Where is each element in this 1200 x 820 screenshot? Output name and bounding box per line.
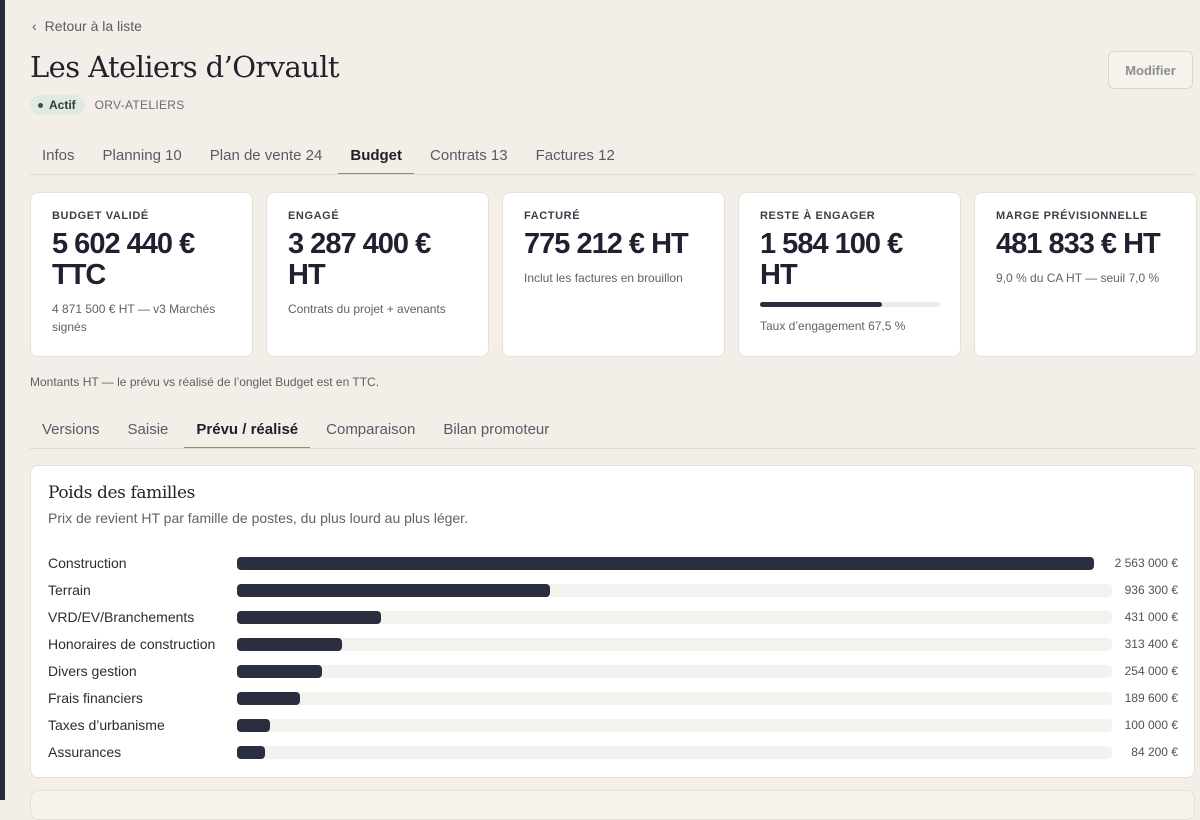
- tab-planning[interactable]: Planning 10: [91, 138, 194, 174]
- kpi-value: 775 212 € HT: [524, 228, 689, 260]
- family-amount: 313 400 €: [1124, 637, 1178, 651]
- engagement-progress-fill: [760, 302, 882, 307]
- family-name: VRD/EV/Branchements: [48, 609, 195, 625]
- kpi-sub: 4 871 500 € HT — v3 Marchés signés: [52, 302, 216, 334]
- status-label: Actif: [49, 98, 76, 112]
- family-amount: 936 300 €: [1124, 583, 1178, 597]
- kpi-label: MARGE PRÉVISIONNELLE: [996, 210, 1148, 222]
- page-title: Les Ateliers d’Orvault: [30, 50, 340, 84]
- next-panel: [30, 790, 1195, 820]
- family-row: Frais financiers 189 600 €: [48, 688, 1188, 715]
- subtab-comparaison[interactable]: Comparaison: [314, 412, 427, 448]
- family-bar: [237, 719, 270, 732]
- family-bar: [237, 746, 265, 759]
- status-badge: Actif: [30, 95, 85, 115]
- engagement-progress-bar: [760, 302, 940, 307]
- kpi-label: ENGAGÉ: [288, 210, 340, 222]
- family-amount: 84 200 €: [1131, 745, 1178, 759]
- back-to-list-link[interactable]: ‹ Retour à la liste: [32, 18, 142, 34]
- family-bar: [237, 611, 381, 624]
- family-bar: [237, 638, 342, 651]
- tab-infos[interactable]: Infos: [30, 138, 87, 174]
- edit-button[interactable]: Modifier: [1108, 51, 1193, 89]
- project-code: ORV-ATELIERS: [94, 98, 185, 112]
- kpi-card-facture: FACTURÉ 775 212 € HT Inclut les factures…: [502, 192, 725, 357]
- family-name: Honoraires de construction: [48, 636, 216, 652]
- panel-subtitle: Prix de revient HT par famille de postes…: [48, 510, 468, 526]
- tab-contrats[interactable]: Contrats 13: [418, 138, 520, 174]
- family-name: Assurances: [48, 744, 122, 760]
- family-bar: [237, 665, 322, 678]
- kpi-sub: Contrats du projet + avenants: [288, 302, 446, 316]
- family-row: Taxes d’urbanisme 100 000 €: [48, 715, 1188, 742]
- family-bar-track: [237, 746, 1112, 759]
- panel-title: Poids des familles: [48, 483, 195, 503]
- amounts-note: Montants HT — le prévu vs réalisé de l’o…: [30, 375, 380, 389]
- kpi-sub: Inclut les factures en brouillon: [524, 271, 683, 285]
- family-row: Divers gestion 254 000 €: [48, 661, 1188, 688]
- project-tabs: Infos Planning 10 Plan de vente 24 Budge…: [30, 138, 1195, 175]
- family-name: Taxes d’urbanisme: [48, 717, 165, 733]
- family-amount: 431 000 €: [1124, 610, 1178, 624]
- family-amount: 189 600 €: [1124, 691, 1178, 705]
- back-label: Retour à la liste: [44, 18, 142, 34]
- kpi-value: 3 287 400 € HT: [288, 228, 431, 291]
- family-row: VRD/EV/Branchements 431 000 €: [48, 607, 1188, 634]
- subtab-bilan-promoteur[interactable]: Bilan promoteur: [431, 412, 561, 448]
- family-amount: 2 563 000 €: [1114, 556, 1178, 570]
- kpi-label: BUDGET VALIDÉ: [52, 210, 149, 222]
- family-amount: 254 000 €: [1124, 664, 1178, 678]
- family-bar-track: [237, 719, 1112, 732]
- family-bar: [237, 692, 300, 705]
- subtab-saisie[interactable]: Saisie: [116, 412, 181, 448]
- status-dot-icon: [38, 102, 43, 108]
- tab-budget[interactable]: Budget: [338, 138, 415, 174]
- family-bar-track: [237, 692, 1112, 705]
- kpi-card-marge-previsionnelle: MARGE PRÉVISIONNELLE 481 833 € HT 9,0 % …: [974, 192, 1197, 357]
- family-row: Terrain 936 300 €: [48, 580, 1188, 607]
- app-sidebar-edge: [0, 0, 5, 800]
- family-name: Terrain: [48, 582, 91, 598]
- family-row: Construction 2 563 000 €: [48, 553, 1188, 580]
- kpi-sub: 9,0 % du CA HT — seuil 7,0 %: [996, 271, 1160, 285]
- family-row: Honoraires de construction 313 400 €: [48, 634, 1188, 661]
- kpi-value: 481 833 € HT: [996, 228, 1161, 260]
- kpi-value: 1 584 100 € HT: [760, 228, 903, 291]
- kpi-value: 5 602 440 € TTC: [52, 228, 195, 291]
- subtab-prevu-realise[interactable]: Prévu / réalisé: [184, 412, 311, 448]
- family-bar-chart: Construction 2 563 000 € Terrain 936 300 € V…: [48, 553, 1188, 769]
- project-meta: Actif ORV-ATELIERS: [30, 95, 185, 115]
- family-weight-panel: Poids des familles Prix de revient HT pa…: [30, 465, 1195, 778]
- budget-subtabs: Versions Saisie Prévu / réalisé Comparai…: [30, 412, 1195, 449]
- family-bar: [237, 557, 1094, 570]
- kpi-card-reste-a-engager: RESTE À ENGAGER 1 584 100 € HT Taux d’en…: [738, 192, 961, 357]
- tab-factures[interactable]: Factures 12: [524, 138, 627, 174]
- family-amount: 100 000 €: [1124, 718, 1178, 732]
- kpi-card-budget-valide: BUDGET VALIDÉ 5 602 440 € TTC 4 871 500 …: [30, 192, 253, 357]
- family-bar-track: [237, 665, 1112, 678]
- kpi-cards: BUDGET VALIDÉ 5 602 440 € TTC 4 871 500 …: [30, 192, 1197, 357]
- subtab-versions[interactable]: Versions: [30, 412, 112, 448]
- family-row: Assurances 84 200 €: [48, 742, 1188, 769]
- kpi-label: FACTURÉ: [524, 210, 581, 222]
- family-bar-track: [237, 638, 1112, 651]
- kpi-sub: Taux d’engagement 67,5 %: [760, 319, 906, 333]
- family-bar: [237, 584, 550, 597]
- family-name: Divers gestion: [48, 663, 137, 679]
- chevron-left-icon: ‹: [32, 18, 37, 34]
- tab-plan-de-vente[interactable]: Plan de vente 24: [198, 138, 335, 174]
- kpi-card-engage: ENGAGÉ 3 287 400 € HT Contrats du projet…: [266, 192, 489, 357]
- family-name: Construction: [48, 555, 127, 571]
- kpi-label: RESTE À ENGAGER: [760, 210, 876, 222]
- family-name: Frais financiers: [48, 690, 143, 706]
